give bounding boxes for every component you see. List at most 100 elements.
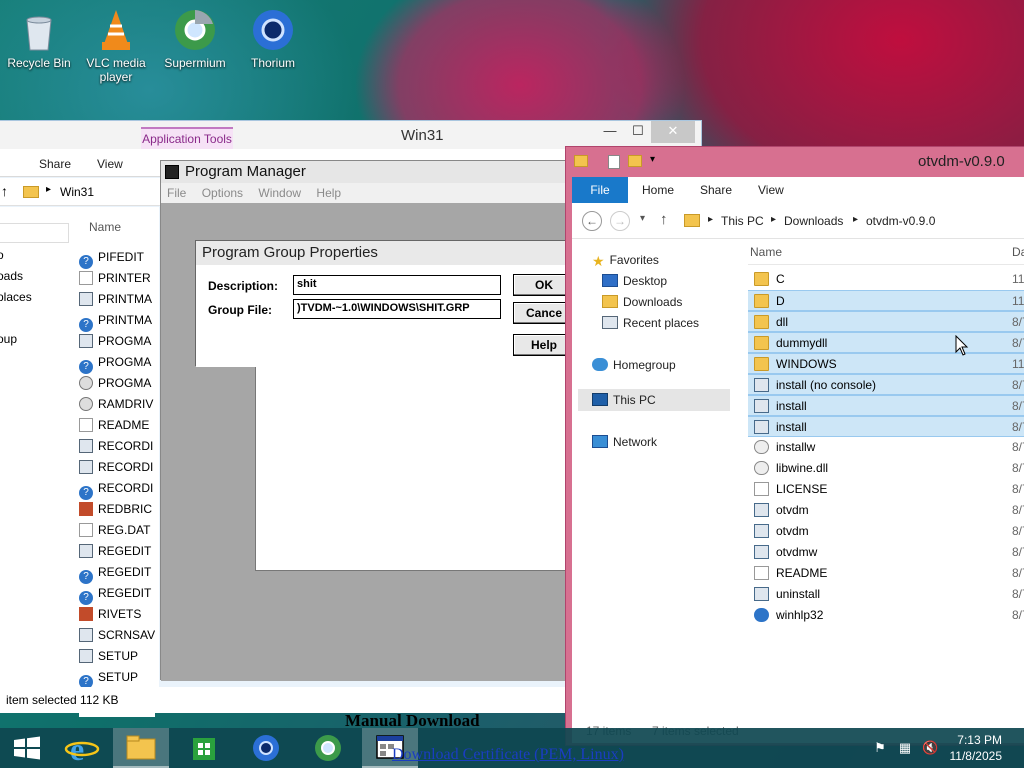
forward-arrow-icon[interactable]: → [610,211,630,231]
table-row[interactable]: SETUP [79,646,155,667]
breadcrumb-this-pc[interactable]: This PC [721,214,764,228]
win31-title-bar[interactable]: Application Tools Win31 — ☐ ✕ [0,121,701,149]
volume-muted-icon[interactable]: 🔇 [922,740,938,756]
network-icon[interactable]: ▦ [897,740,913,756]
background-page-link[interactable]: Download Certificate (PEM, Linux) [392,746,624,764]
description-field[interactable]: shit [293,275,501,295]
nav-network[interactable]: Network [592,435,657,449]
breadcrumb-downloads[interactable]: Downloads [784,214,843,228]
column-header-name[interactable]: Name [750,239,782,265]
table-row[interactable]: RECORDI [79,457,155,478]
table-row[interactable]: install 8/7 [748,395,1024,416]
table-row[interactable]: PROGMA [79,373,155,394]
vlc-shortcut[interactable]: VLC media player [78,8,154,84]
taskbar-supermium[interactable] [300,728,356,768]
table-row[interactable]: REG.DAT [79,520,155,541]
table-row[interactable]: ? SETUP [79,667,155,689]
breadcrumb-otvdm[interactable]: otvdm-v0.9.0 [866,214,935,228]
nav-item-downloads[interactable]: oads [0,269,23,283]
taskbar-internet-explorer[interactable]: e [54,728,110,768]
column-header-name[interactable]: Name [89,220,121,234]
group-file-field[interactable]: )TVDM-~1.0\WINDOWS\SHIT.GRP [293,299,501,319]
table-row[interactable]: RAMDRIV [79,394,155,415]
nav-downloads[interactable]: Downloads [602,295,682,309]
taskbar-store[interactable] [176,728,232,768]
up-arrow-icon[interactable]: ↑ [660,211,668,228]
menu-window[interactable]: Window [258,186,301,200]
table-row[interactable]: PRINTMA [79,289,155,310]
action-center-flag-icon[interactable]: ⚑ [872,740,888,756]
dialog-title[interactable]: Program Group Properties [196,241,569,265]
chevron-down-icon[interactable]: ▾ [650,154,655,165]
table-row[interactable]: PROGMA [79,331,155,352]
column-header-date[interactable]: Da [1012,239,1024,265]
table-row[interactable]: otvdm 8/7 [748,500,1024,521]
table-row[interactable]: D 11/ [748,290,1024,311]
table-row[interactable]: install 8/7 [748,416,1024,437]
table-row[interactable]: otvdm 8/7 [748,521,1024,542]
menu-help[interactable]: Help [316,186,341,200]
table-row[interactable]: dll 8/7 [748,311,1024,332]
maximize-button[interactable]: ☐ [623,121,653,143]
table-row[interactable]: libwine.dll 8/7 [748,458,1024,479]
table-row[interactable]: WINDOWS 11/ [748,353,1024,374]
table-row[interactable]: ? PROGMA [79,352,155,374]
table-row[interactable]: dummydll 8/7 [748,332,1024,353]
table-row[interactable]: winhlp32 8/7 [748,605,1024,626]
new-folder-icon[interactable] [628,155,642,167]
thorium-shortcut[interactable]: Thorium [235,8,311,70]
taskbar-file-explorer[interactable] [113,728,169,768]
table-row[interactable]: C 11/ [748,269,1024,290]
nav-homegroup[interactable]: Homegroup [592,358,676,372]
breadcrumb-win31[interactable]: Win31 [60,185,94,199]
table-row[interactable]: SCRNSAV [79,625,155,646]
minimize-button[interactable]: — [595,121,625,143]
nav-search-box[interactable] [0,223,69,243]
application-tools-tab[interactable]: Application Tools [141,127,233,149]
table-row[interactable]: LICENSE 8/7 [748,479,1024,500]
table-row[interactable]: RECORDI [79,436,155,457]
table-row[interactable]: ? PRINTMA [79,310,155,332]
tab-view[interactable]: View [97,157,123,171]
recycle-bin[interactable]: Recycle Bin [1,8,77,70]
tab-home[interactable]: Home [642,183,674,197]
recent-locations-chevron-icon[interactable]: ▾ [640,213,645,224]
table-row[interactable]: ? REGEDIT [79,562,155,584]
taskbar-thorium[interactable] [238,728,294,768]
nav-item[interactable]: o [0,248,4,262]
nav-desktop[interactable]: Desktop [602,274,667,288]
tab-file[interactable]: File [572,177,628,203]
table-row[interactable]: ? REGEDIT [79,583,155,605]
table-row[interactable]: REGEDIT [79,541,155,562]
table-row[interactable]: REDBRIC [79,499,155,520]
table-row[interactable]: README 8/7 [748,563,1024,584]
start-button[interactable] [0,728,56,768]
menu-options[interactable]: Options [202,186,243,200]
menu-file[interactable]: File [167,186,186,200]
table-row[interactable]: ? PIFEDIT [79,247,155,269]
table-row[interactable]: README [79,415,155,436]
nav-favorites[interactable]: ★ Favorites [592,253,659,269]
properties-icon[interactable] [608,155,620,169]
table-row[interactable]: ? RECORDI [79,478,155,500]
nav-item-recent-places[interactable]: places [0,290,32,304]
close-button[interactable]: ✕ [651,121,695,143]
program-group-properties-dialog[interactable]: Program Group Properties Description: sh… [195,240,575,367]
table-row[interactable]: install (no console) 8/7 [748,374,1024,395]
table-row[interactable]: RIVETS [79,604,155,625]
table-row[interactable]: installw 8/7 [748,437,1024,458]
table-row[interactable]: PRINTER [79,268,155,289]
nav-recent-places[interactable]: Recent places [602,316,699,330]
table-row[interactable]: otvdmw 8/7 [748,542,1024,563]
otvdm-address-bar[interactable]: ← → ▾ ↑ ▸ This PC ▸ Downloads ▸ otvdm-v0… [572,203,1024,239]
back-arrow-icon[interactable]: ← [582,211,602,231]
tab-share[interactable]: Share [39,157,71,171]
program-manager-title-bar[interactable]: Program Manager [161,161,569,183]
tab-share[interactable]: Share [700,183,732,197]
up-arrow-icon[interactable]: ↑ [1,183,8,199]
program-manager-window[interactable]: Program Manager File Options Window Help… [160,160,571,681]
otvdm-title-bar[interactable]: ▾ otvdm-v0.9.0 [566,147,1024,177]
nav-item-homegroup[interactable]: oup [0,332,17,346]
nav-this-pc[interactable]: This PC [592,393,656,407]
tab-view[interactable]: View [758,183,784,197]
